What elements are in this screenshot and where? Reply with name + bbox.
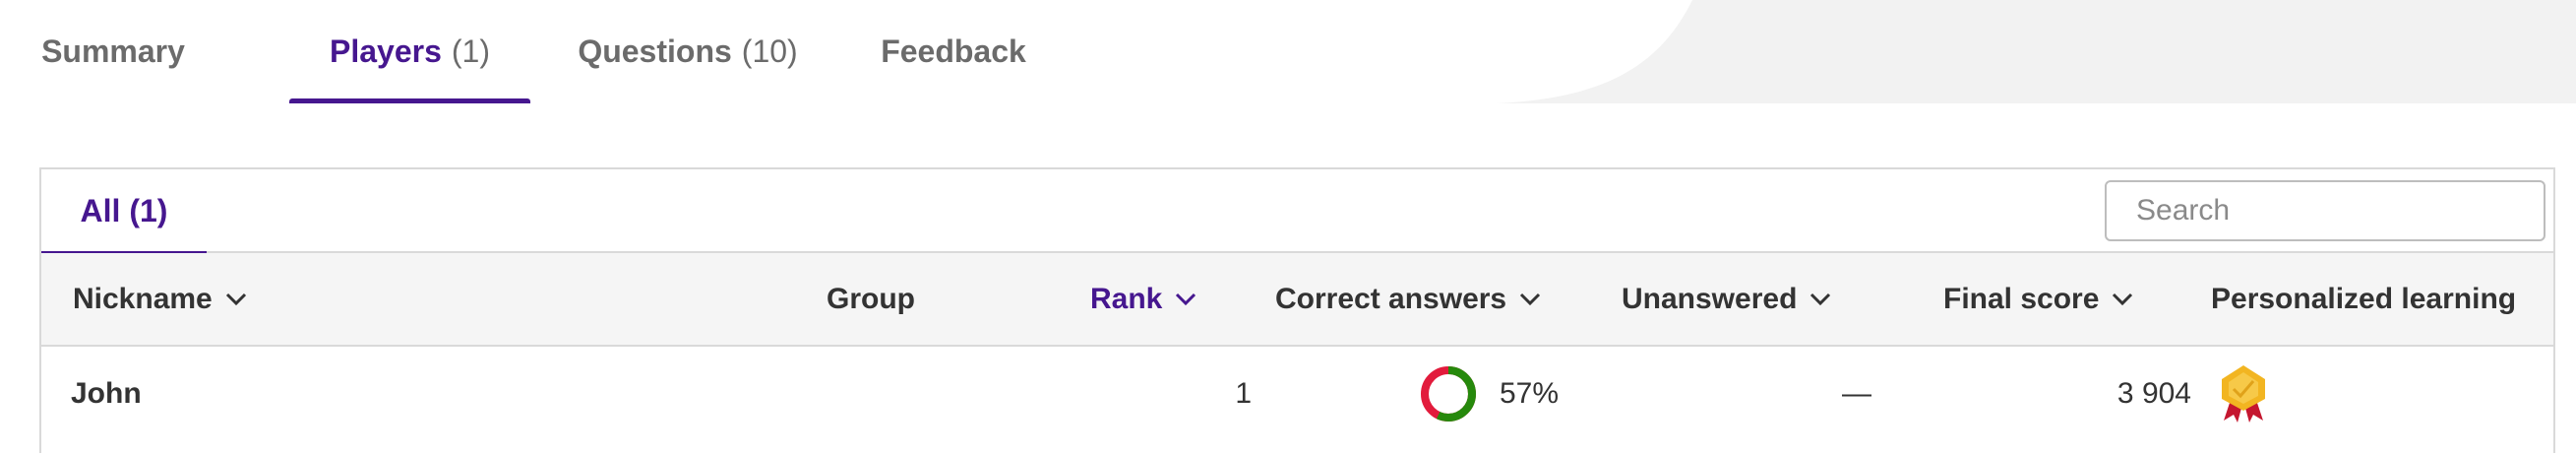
column-header-final-score[interactable]: Final score xyxy=(1943,253,2134,345)
search-input[interactable] xyxy=(2105,180,2545,241)
tab-count: (10) xyxy=(741,33,798,69)
tab-count: (1) xyxy=(451,33,490,69)
tab-summary[interactable]: Summary xyxy=(30,0,197,103)
column-header-personalized-learning: Personalized learning xyxy=(2211,253,2516,345)
column-label: Correct answers xyxy=(1275,282,1507,315)
subtab-all[interactable]: All (1) xyxy=(41,169,207,255)
column-label: Rank xyxy=(1090,282,1163,315)
tab-label: Players xyxy=(330,33,442,69)
chevron-down-icon xyxy=(2113,292,2133,305)
tab-label: Summary xyxy=(41,33,185,69)
tab-label: Questions xyxy=(578,33,732,69)
player-correct-answers: 57% xyxy=(1419,347,1559,440)
column-header-correct-answers[interactable]: Correct answers xyxy=(1275,253,1542,345)
header-area: Summary Players (1) Questions (10) Feedb… xyxy=(0,0,2576,103)
medal-icon xyxy=(2222,364,2265,422)
column-header-group: Group xyxy=(827,253,915,345)
chevron-down-icon xyxy=(1810,292,1831,305)
filter-tabs: All (1) xyxy=(41,169,2553,255)
column-label: Group xyxy=(827,282,915,315)
player-nickname[interactable]: John xyxy=(71,347,142,440)
column-label: Final score xyxy=(1943,282,2100,315)
correct-answers-percent: 57% xyxy=(1500,376,1560,410)
column-header-rank[interactable]: Rank xyxy=(1090,253,1197,345)
subtab-label: All (1) xyxy=(80,193,168,228)
table-row[interactable]: John 1 57% — 3 904 xyxy=(41,347,2553,455)
table-header: Nickname Group Rank Correct answers Unan… xyxy=(41,253,2553,347)
column-label: Nickname xyxy=(73,282,213,315)
tab-feedback[interactable]: Feedback xyxy=(870,0,1037,103)
column-header-unanswered[interactable]: Unanswered xyxy=(1622,253,1832,345)
column-label: Personalized learning xyxy=(2211,282,2517,315)
tab-label: Feedback xyxy=(881,33,1026,69)
column-header-nickname[interactable]: Nickname xyxy=(73,253,248,345)
column-label: Unanswered xyxy=(1622,282,1798,315)
player-unanswered: — xyxy=(1842,376,1871,410)
player-rank: 1 xyxy=(1235,376,1252,410)
personalized-learning-cell xyxy=(2216,347,2271,440)
chevron-down-icon xyxy=(1176,292,1196,305)
player-final-score: 3 904 xyxy=(2116,376,2191,410)
tab-questions[interactable]: Questions (10) xyxy=(555,0,821,103)
correct-answers-donut-icon xyxy=(1421,365,1476,422)
chevron-down-icon xyxy=(1520,292,1541,305)
players-panel: All (1) Nickname Group Rank Correct answ… xyxy=(39,167,2555,453)
tab-players[interactable]: Players (1) xyxy=(289,0,530,103)
chevron-down-icon xyxy=(225,292,246,305)
